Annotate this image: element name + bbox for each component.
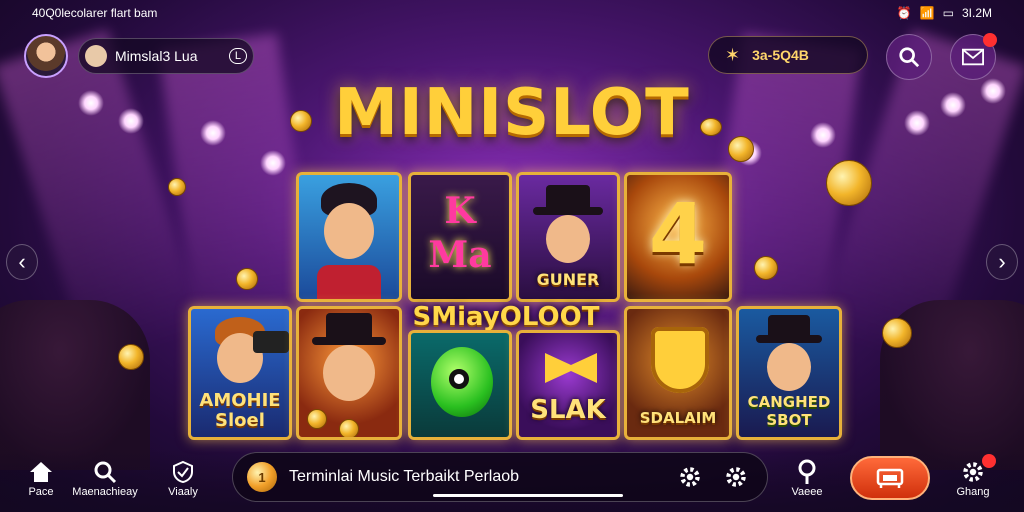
chevron-left-icon: ‹ bbox=[18, 249, 26, 274]
coin-icon: 1 bbox=[247, 462, 277, 492]
status-icons: ⏰ 📶 ▭ 3I.2M bbox=[897, 6, 992, 20]
search-icon bbox=[899, 47, 920, 68]
search-button[interactable] bbox=[886, 34, 932, 80]
slot-tile-bow[interactable]: SLAK bbox=[516, 330, 620, 440]
shield-icon bbox=[173, 460, 193, 484]
nav-label: Pace bbox=[28, 486, 54, 498]
slot-tile-tophat[interactable]: GUNER bbox=[516, 172, 620, 302]
wifi-icon: 📶 bbox=[919, 6, 935, 20]
notification-dot bbox=[982, 454, 996, 468]
pin-icon bbox=[798, 459, 816, 484]
sofa-icon bbox=[876, 468, 904, 488]
options-button[interactable] bbox=[719, 460, 753, 494]
ticker-text: Terminlai Music Terbaikt Perlaob bbox=[289, 468, 520, 485]
nav-label: Maenachieay bbox=[72, 486, 138, 498]
coin-balance-pill[interactable]: ✶ 3a-5Q4B bbox=[708, 36, 868, 74]
music-ticker[interactable]: 1 Terminlai Music Terbaikt Perlaob bbox=[232, 452, 768, 502]
slot-tile-label: AMOHIE Sloel bbox=[199, 390, 281, 431]
slot-tile-magician[interactable] bbox=[296, 306, 402, 440]
play-button[interactable] bbox=[850, 456, 930, 500]
notification-dot bbox=[983, 33, 997, 47]
header: Mimslal3 Lua L ✶ 3a-5Q4B bbox=[24, 33, 1000, 80]
slot-tile-green-orb[interactable] bbox=[408, 330, 512, 440]
status-bar: 40Q0lecolarer flart bam ⏰ 📶 ▭ 3I.2M bbox=[0, 0, 1024, 26]
slot-tile-camera[interactable]: AMOHIE Sloel bbox=[188, 306, 292, 440]
profile-pill[interactable]: Mimslal3 Lua L bbox=[78, 38, 254, 74]
slot-tile-label: SDALAIM bbox=[639, 409, 717, 427]
sparkle-icon: ✶ bbox=[725, 44, 741, 65]
profile-mini-avatar bbox=[85, 45, 107, 67]
nav-label: Vaeee bbox=[791, 486, 823, 498]
nav-label: Viaaly bbox=[168, 486, 198, 498]
slot-tile-letters[interactable]: K Ma bbox=[408, 172, 512, 302]
slot-tile-number[interactable]: 4 bbox=[624, 172, 732, 302]
slot-tile-label: SLAK bbox=[530, 395, 606, 425]
chevron-right-icon: › bbox=[998, 249, 1006, 274]
mail-button[interactable] bbox=[950, 33, 997, 80]
slot-tile-hero[interactable] bbox=[296, 172, 402, 302]
featured-banner: SMiayOLOOT bbox=[412, 302, 600, 332]
slot-tile-shield[interactable]: SDALAIM bbox=[624, 306, 732, 440]
status-right-text: 3I.2M bbox=[961, 6, 992, 20]
coin-balance: 3a-5Q4B bbox=[752, 47, 809, 63]
status-left-text: 40Q0lecolarer flart bam bbox=[32, 6, 158, 20]
alarm-icon: ⏰ bbox=[896, 6, 912, 20]
profile-name: Mimslal3 Lua bbox=[115, 48, 198, 64]
ticker-progress-bar bbox=[433, 494, 623, 497]
gear-icon bbox=[726, 467, 746, 487]
nav-item-shield[interactable]: Viaaly bbox=[138, 458, 228, 498]
slot-tile-label: GUNER bbox=[536, 270, 600, 289]
search-icon bbox=[94, 461, 117, 484]
home-icon bbox=[30, 462, 52, 482]
gear-icon bbox=[680, 467, 700, 487]
slot-tile-feather[interactable]: CANGHED SBOT bbox=[736, 306, 842, 440]
nav-item-pin[interactable]: Vaeee bbox=[762, 458, 852, 498]
settings-button[interactable] bbox=[673, 460, 707, 494]
profile-badge: L bbox=[228, 48, 247, 64]
slot-tile-label: 4 bbox=[648, 185, 708, 283]
slot-tile-label: K Ma bbox=[428, 190, 492, 276]
nav-item-settings[interactable]: Ghang bbox=[928, 454, 1018, 498]
slot-tile-label: CANGHED SBOT bbox=[747, 393, 831, 429]
nav-item-search[interactable]: Maenachieay bbox=[60, 458, 150, 498]
carousel-next-button[interactable]: › bbox=[986, 244, 1018, 280]
carousel-prev-button[interactable]: ‹ bbox=[6, 244, 38, 280]
avatar[interactable] bbox=[24, 34, 68, 78]
nav-label: Ghang bbox=[956, 486, 990, 498]
game-title: MINISLOT bbox=[334, 76, 690, 150]
mail-icon bbox=[962, 48, 984, 66]
battery-icon: ▭ bbox=[942, 6, 954, 20]
